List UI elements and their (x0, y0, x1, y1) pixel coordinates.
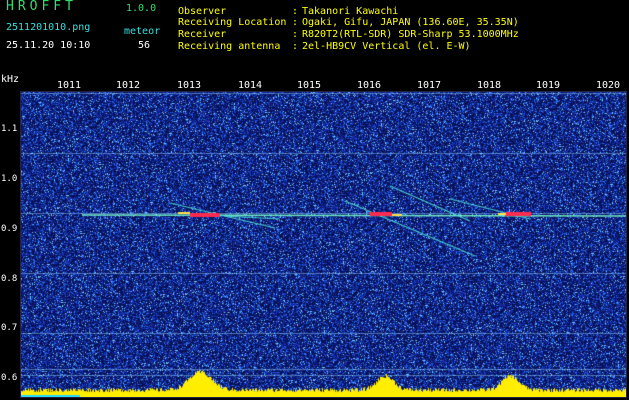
app-version: 1.0.0 (126, 3, 157, 14)
y-tick-label: 0.7 (1, 323, 18, 333)
info-colon: : (292, 41, 299, 52)
x-tick-label: 1015 (296, 80, 322, 91)
info-label-location: Receiving Location (178, 17, 287, 28)
info-value-antenna: 2el-HB9CV Vertical (el. E-W) (302, 41, 471, 52)
info-value-location: Ogaki, Gifu, JAPAN (136.60E, 35.35N) (302, 17, 519, 28)
file-name: 2511201010.png (6, 22, 91, 33)
x-tick-label: 1017 (416, 80, 442, 91)
x-tick-label: 1019 (535, 80, 561, 91)
detection-type: meteor (124, 26, 161, 37)
y-tick-label: 0.6 (1, 373, 18, 383)
detection-count: 56 (138, 40, 151, 51)
timestamp: 25.11.20 10:10 (6, 40, 91, 51)
x-tick-label: 1013 (176, 80, 202, 91)
info-colon: : (292, 17, 299, 28)
info-value-receiver: R820T2(RTL-SDR) SDR-Sharp 53.1000MHz (302, 29, 519, 40)
y-tick-label: 1.0 (1, 174, 18, 184)
x-tick-label: 1018 (476, 80, 502, 91)
y-tick-label: 0.8 (1, 274, 18, 284)
x-tick-label: 1014 (237, 80, 263, 91)
x-tick-label: 1012 (115, 80, 141, 91)
info-label-antenna: Receiving antenna (178, 41, 281, 52)
y-axis-unit: kHz (1, 74, 20, 85)
spectrogram-canvas (20, 91, 627, 398)
y-tick-label: 1.1 (1, 124, 18, 134)
x-tick-label: 1016 (356, 80, 382, 91)
app-title: HROFFT (6, 0, 77, 14)
x-tick-label: 1011 (56, 80, 82, 91)
header-panel: HROFFT 1.0.0 2511201010.png 25.11.20 10:… (0, 0, 629, 74)
x-tick-label: 1020 (595, 80, 621, 91)
info-colon: : (292, 29, 299, 40)
y-tick-label: 0.9 (1, 224, 18, 234)
info-label-receiver: Receiver (178, 29, 227, 40)
